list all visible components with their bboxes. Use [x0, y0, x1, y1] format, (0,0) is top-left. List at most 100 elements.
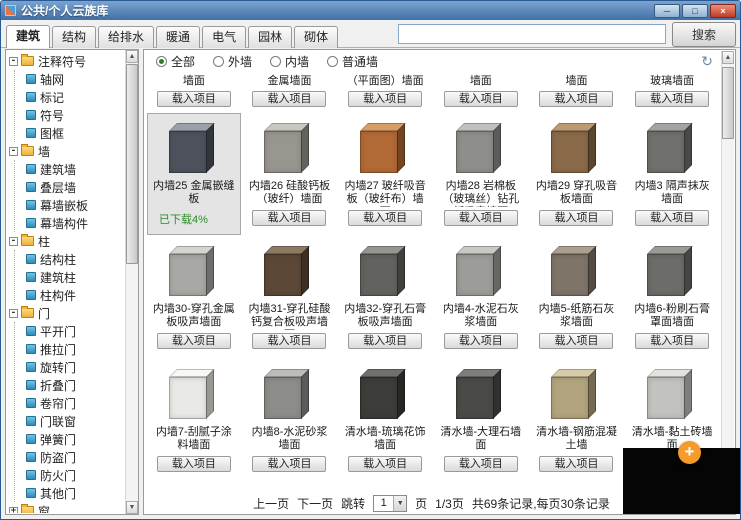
- filter-option-全部[interactable]: 全部: [156, 53, 195, 70]
- page-select[interactable]: 1 ▼: [373, 495, 407, 512]
- scroll-down-icon[interactable]: ▼: [126, 501, 138, 514]
- search-button[interactable]: 搜索: [672, 22, 736, 47]
- tree-toggle-icon[interactable]: -: [9, 237, 18, 246]
- load-project-button[interactable]: 载入项目: [157, 333, 231, 349]
- tree-item-幕墙嵌板[interactable]: 幕墙嵌板: [26, 196, 125, 214]
- load-project-button[interactable]: 载入项目: [635, 91, 709, 107]
- add-button[interactable]: +: [678, 441, 701, 464]
- tab-建筑[interactable]: 建筑: [6, 25, 50, 48]
- tree-folder-柱[interactable]: -柱: [8, 232, 125, 250]
- refresh-icon[interactable]: ↻: [701, 53, 713, 69]
- next-page-button[interactable]: 下一页: [297, 495, 333, 512]
- load-project-button[interactable]: 载入项目: [444, 210, 518, 226]
- tree-item-轴网[interactable]: 轴网: [26, 70, 125, 88]
- tree-item-平开门[interactable]: 平开门: [26, 322, 125, 340]
- load-project-button[interactable]: 载入项目: [157, 91, 231, 107]
- load-project-button[interactable]: 载入项目: [539, 210, 613, 226]
- grid-scrollbar[interactable]: ▲ ▼: [721, 51, 734, 491]
- family-item[interactable]: 清水墙-钢筋混凝土墙载入项目: [530, 359, 624, 481]
- family-item[interactable]: 清水墙-琉璃花饰墙面载入项目: [338, 359, 432, 481]
- load-project-button[interactable]: 载入项目: [348, 333, 422, 349]
- family-item[interactable]: 内墙8-水泥砂浆墙面载入项目: [243, 359, 337, 481]
- maximize-button[interactable]: □: [682, 4, 708, 18]
- tree-folder-窗[interactable]: +窗: [8, 502, 125, 513]
- tree-item-结构柱[interactable]: 结构柱: [26, 250, 125, 268]
- tab-给排水[interactable]: 给排水: [98, 26, 154, 48]
- tree-toggle-icon[interactable]: -: [9, 57, 18, 66]
- load-project-button[interactable]: 载入项目: [635, 210, 709, 226]
- family-item[interactable]: 玻璃墙面载入项目: [625, 72, 719, 112]
- tree-item-门联窗[interactable]: 门联窗: [26, 412, 125, 430]
- tree-item-叠层墙[interactable]: 叠层墙: [26, 178, 125, 196]
- tree-scrollbar-thumb[interactable]: [126, 64, 138, 264]
- family-item[interactable]: 清水墙-大理石墙面载入项目: [434, 359, 528, 481]
- tree-item-图框[interactable]: 图框: [26, 124, 125, 142]
- tree-item-柱构件[interactable]: 柱构件: [26, 286, 125, 304]
- family-item[interactable]: 内墙32-穿孔石膏板吸声墙面载入项目: [338, 236, 432, 358]
- tree-folder-注释符号[interactable]: -注释符号: [8, 52, 125, 70]
- minimize-button[interactable]: ─: [654, 4, 680, 18]
- scroll-up-icon[interactable]: ▲: [126, 50, 138, 63]
- tree-item-推拉门[interactable]: 推拉门: [26, 340, 125, 358]
- load-project-button[interactable]: 载入项目: [539, 333, 613, 349]
- load-project-button[interactable]: 载入项目: [252, 210, 326, 226]
- family-item[interactable]: 金属墙面载入项目: [243, 72, 337, 112]
- grid-scrollbar-thumb[interactable]: [722, 67, 734, 139]
- family-item[interactable]: 内墙26 硅酸钙板（玻纤）墙面载入项目: [243, 113, 337, 235]
- tree-item-防火门[interactable]: 防火门: [26, 466, 125, 484]
- family-item[interactable]: 内墙31-穿孔硅酸钙复合板吸声墙面载入项目: [243, 236, 337, 358]
- tree-scrollbar[interactable]: ▲ ▼: [125, 50, 138, 514]
- tab-园林[interactable]: 园林: [248, 26, 292, 48]
- tree-toggle-icon[interactable]: +: [9, 507, 18, 514]
- load-project-button[interactable]: 载入项目: [539, 456, 613, 472]
- family-item[interactable]: 内墙25 金属嵌缝板已下载4%: [147, 113, 241, 235]
- filter-option-普通墙[interactable]: 普通墙: [327, 53, 378, 70]
- tree-item-防盗门[interactable]: 防盗门: [26, 448, 125, 466]
- tab-结构[interactable]: 结构: [52, 26, 96, 48]
- load-project-button[interactable]: 载入项目: [444, 333, 518, 349]
- family-item[interactable]: 墙面载入项目: [434, 72, 528, 112]
- filter-option-外墙[interactable]: 外墙: [213, 53, 252, 70]
- tree-item-标记[interactable]: 标记: [26, 88, 125, 106]
- family-item[interactable]: 墙面载入项目: [530, 72, 624, 112]
- load-project-button[interactable]: 载入项目: [252, 333, 326, 349]
- load-project-button[interactable]: 载入项目: [444, 456, 518, 472]
- family-item[interactable]: 内墙6-粉刷石膏罩面墙面载入项目: [625, 236, 719, 358]
- tree-toggle-icon[interactable]: -: [9, 309, 18, 318]
- tree-item-符号[interactable]: 符号: [26, 106, 125, 124]
- family-item[interactable]: 内墙7-刮腻子涂料墙面载入项目: [147, 359, 241, 481]
- tree-toggle-icon[interactable]: -: [9, 147, 18, 156]
- tab-砌体[interactable]: 砌体: [294, 26, 338, 48]
- family-item[interactable]: 内墙3 隔声抹灰墙面载入项目: [625, 113, 719, 235]
- tab-电气[interactable]: 电气: [202, 26, 246, 48]
- tree-item-卷帘门[interactable]: 卷帘门: [26, 394, 125, 412]
- tree-folder-门[interactable]: -门: [8, 304, 125, 322]
- family-item[interactable]: 内墙29 穿孔吸音板墙面载入项目: [530, 113, 624, 235]
- filter-option-内墙[interactable]: 内墙: [270, 53, 309, 70]
- load-project-button[interactable]: 载入项目: [252, 456, 326, 472]
- load-project-button[interactable]: 载入项目: [444, 91, 518, 107]
- family-item[interactable]: （平面图）墙面载入项目: [338, 72, 432, 112]
- family-item[interactable]: 内墙5-纸筋石灰浆墙面载入项目: [530, 236, 624, 358]
- scroll-up-icon[interactable]: ▲: [722, 51, 734, 64]
- tree-item-折叠门[interactable]: 折叠门: [26, 376, 125, 394]
- load-project-button[interactable]: 载入项目: [348, 210, 422, 226]
- tree-item-建筑墙[interactable]: 建筑墙: [26, 160, 125, 178]
- tree-item-幕墙构件[interactable]: 幕墙构件: [26, 214, 125, 232]
- tree-item-旋转门[interactable]: 旋转门: [26, 358, 125, 376]
- prev-page-button[interactable]: 上一页: [253, 495, 289, 512]
- tree-item-建筑柱[interactable]: 建筑柱: [26, 268, 125, 286]
- tab-暖通[interactable]: 暖通: [156, 26, 200, 48]
- load-project-button[interactable]: 载入项目: [348, 91, 422, 107]
- family-item[interactable]: 内墙4-水泥石灰浆墙面载入项目: [434, 236, 528, 358]
- tree-item-其他门[interactable]: 其他门: [26, 484, 125, 502]
- search-input[interactable]: [398, 24, 666, 44]
- tree-folder-墙[interactable]: -墙: [8, 142, 125, 160]
- close-button[interactable]: ×: [710, 4, 736, 18]
- load-project-button[interactable]: 载入项目: [252, 91, 326, 107]
- family-item[interactable]: 内墙28 岩棉板（玻璃丝）钻孔板吸音墙面载入项目: [434, 113, 528, 235]
- load-project-button[interactable]: 载入项目: [539, 91, 613, 107]
- tree-item-弹簧门[interactable]: 弹簧门: [26, 430, 125, 448]
- family-item[interactable]: 内墙27 玻纤吸音板（玻纤布）墙面载入项目: [338, 113, 432, 235]
- load-project-button[interactable]: 载入项目: [635, 333, 709, 349]
